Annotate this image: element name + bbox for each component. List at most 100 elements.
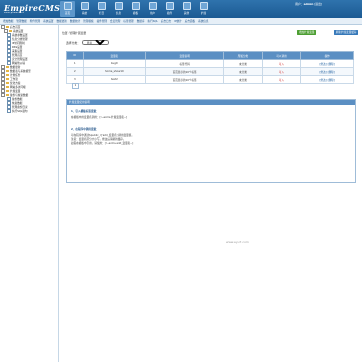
user-icon xyxy=(148,2,157,10)
help-text-4: 如需在模板中引用，请使用：[!--ecms.add_变量名--] xyxy=(71,142,134,145)
folder-icon xyxy=(6,86,9,88)
table-cell: 1 xyxy=(66,59,84,68)
extend-icon xyxy=(199,2,208,10)
table-cell: 未分类 xyxy=(223,67,263,76)
quick-menu-item[interactable]: 数据更新 xyxy=(57,19,67,23)
folder-icon xyxy=(6,78,9,80)
watermark: www.eyu7.com xyxy=(226,240,249,244)
filter-label: 选择分类： xyxy=(66,41,80,45)
category-filter: 选择分类： 显示所有分类 xyxy=(66,40,109,45)
column-header: ID xyxy=(66,51,84,60)
home-icon xyxy=(63,2,72,10)
quick-menu-item[interactable]: 后台面板 xyxy=(185,19,195,23)
table-row: 3 text2 首页显示的10个标签 未分类 可入 [修改] [删除] xyxy=(66,75,354,84)
nav-label: 栏目 xyxy=(98,12,105,15)
quick-menu-item[interactable]: 管理数据 xyxy=(16,19,26,23)
table-row: 1 bugit 标签代码 未分类 可入 [修改] [删除] xyxy=(66,59,354,68)
column-header: 操作 xyxy=(300,51,354,60)
folder-icon xyxy=(6,94,9,96)
add-variable-button[interactable]: 增加扩展变量 xyxy=(297,30,316,35)
column-header: 变量名 xyxy=(82,51,147,60)
quick-menu-item[interactable]: 管理模板 xyxy=(83,19,93,23)
column-icon xyxy=(97,2,106,10)
table-cell: 可入 xyxy=(261,75,302,84)
column-header: 所属分类 xyxy=(223,51,263,60)
folder-icon xyxy=(6,74,9,76)
table-cell: 标签代码 xyxy=(145,59,225,68)
quick-menu-item[interactable]: 系统设置 xyxy=(43,19,53,23)
table-row: 2 home_show10 首页显示的10个标签 未分类 可入 [修改] [删除] xyxy=(66,67,354,76)
category-select[interactable]: 显示所有分类 xyxy=(81,40,109,45)
breadcrumb: 位置: 管理扩展变量 xyxy=(62,31,87,35)
quick-menu: 增加数据 管理数据 附件管理 系统设置 数据更新 数据统计 管理模板 插件管理 会员管理 标签管理… xyxy=(0,18,362,25)
pagination-page[interactable]: 1 xyxy=(72,83,79,89)
username: admin xyxy=(303,2,314,6)
nav-extend[interactable]: 扩展 xyxy=(196,1,211,17)
help-section-2: 2、在程序中调用变量： xyxy=(71,128,99,131)
help-panel: 扩展变量使用说明 1、引入模板标签变量： 在模板中用变量名调用：[!--ecms… xyxy=(66,99,356,183)
quick-menu-item[interactable]: 后台日志 xyxy=(161,19,171,23)
table-cell: 首页显示的10个标签 xyxy=(145,67,225,76)
nav-plugin[interactable]: 插件 xyxy=(162,1,177,17)
quick-menu-item[interactable]: IP统计 xyxy=(174,19,182,23)
row-actions[interactable]: [修改] [删除] xyxy=(300,75,354,84)
nav-info[interactable]: 信息 xyxy=(111,1,126,17)
nav-system[interactable]: 系统 xyxy=(77,1,92,17)
nav-label: 扩展 xyxy=(200,12,207,15)
nav-label: 信息 xyxy=(115,12,122,15)
other-icon xyxy=(182,2,191,10)
empirecms-logo[interactable]: EmpireCMS www.phome.net xyxy=(4,3,60,14)
table-cell: home_show10 xyxy=(82,67,147,76)
logout-link[interactable]: [退出] xyxy=(314,2,322,6)
tree-item-label: 执行SQL语句 xyxy=(12,110,28,114)
table-cell: 未分类 xyxy=(223,75,263,84)
nav-label: 模板 xyxy=(132,12,139,15)
quick-menu-item[interactable]: 数据库 xyxy=(137,19,145,23)
folder-icon xyxy=(6,90,9,92)
table-cell: bugit xyxy=(82,59,147,68)
folder-icon xyxy=(6,26,9,28)
plugin-icon xyxy=(165,2,174,10)
nav-template[interactable]: 模板 xyxy=(128,1,143,17)
table-cell: 未分类 xyxy=(223,59,263,68)
quick-menu-item[interactable]: 系统信息 xyxy=(198,19,208,23)
table-cell: 2 xyxy=(66,67,84,76)
quick-menu-item[interactable]: 增加数据 xyxy=(3,19,13,23)
column-header: 可以调用 xyxy=(261,51,302,60)
nav-label: 系统 xyxy=(81,12,88,15)
nav-user[interactable]: 用户 xyxy=(145,1,160,17)
nav-home[interactable]: 首页 xyxy=(60,1,75,17)
help-section-1: 1、引入模板标签变量： xyxy=(71,110,99,113)
table-cell: text2 xyxy=(82,75,147,84)
quick-menu-item[interactable]: 数据统计 xyxy=(70,19,80,23)
template-icon xyxy=(131,2,140,10)
document-icon xyxy=(7,109,11,114)
table-cell: 可入 xyxy=(261,67,302,76)
nav-other[interactable]: 其他 xyxy=(179,1,194,17)
quick-menu-item[interactable]: 附件管理 xyxy=(30,19,40,23)
nav-column[interactable]: 栏目 xyxy=(94,1,109,17)
folder-icon xyxy=(6,66,9,68)
help-title: 扩展变量使用说明 xyxy=(67,100,355,105)
tree-item[interactable]: 执行SQL语句 xyxy=(0,109,58,114)
variables-table: ID 变量名 变量说明 所属分类 可以调用 操作 1 bugit 标签代码 未分类 可入 [修改] … xyxy=(66,51,354,84)
nav-label: 用户 xyxy=(149,12,156,15)
info-icon xyxy=(114,2,123,10)
refresh-cache-button[interactable]: 刷新扩展变量缓存 xyxy=(334,30,358,35)
user-label: 用户： xyxy=(295,2,304,6)
quick-menu-item[interactable]: 插件管理 xyxy=(97,19,107,23)
nav-label: 首页 xyxy=(64,12,71,15)
top-header: EmpireCMS www.phome.net 首页 系统 栏目 信息 模板 用户 插件 其他… xyxy=(0,0,362,18)
user-bar: 用户：admin [退出] xyxy=(295,2,322,6)
row-actions[interactable]: [修改] [删除] xyxy=(300,59,354,68)
left-menu-tree: 后台首页 系统设置 系统参数设置 信息分类管理 IP访问限制 RSS设置 采集设置 管理首页安… xyxy=(0,25,59,362)
table-cell: 可入 xyxy=(261,59,302,68)
top-nav: 首页 系统 栏目 信息 模板 用户 插件 其他 扩展 xyxy=(60,1,213,17)
nav-label: 插件 xyxy=(166,12,173,15)
column-header: 变量说明 xyxy=(145,51,225,60)
system-icon xyxy=(80,2,89,10)
quick-menu-item[interactable]: 会员管理 xyxy=(110,19,120,23)
row-actions[interactable]: [修改] [删除] xyxy=(300,67,354,76)
quick-menu-item[interactable]: 执行SQL xyxy=(148,19,158,23)
quick-menu-item[interactable]: 标签管理 xyxy=(123,19,133,23)
